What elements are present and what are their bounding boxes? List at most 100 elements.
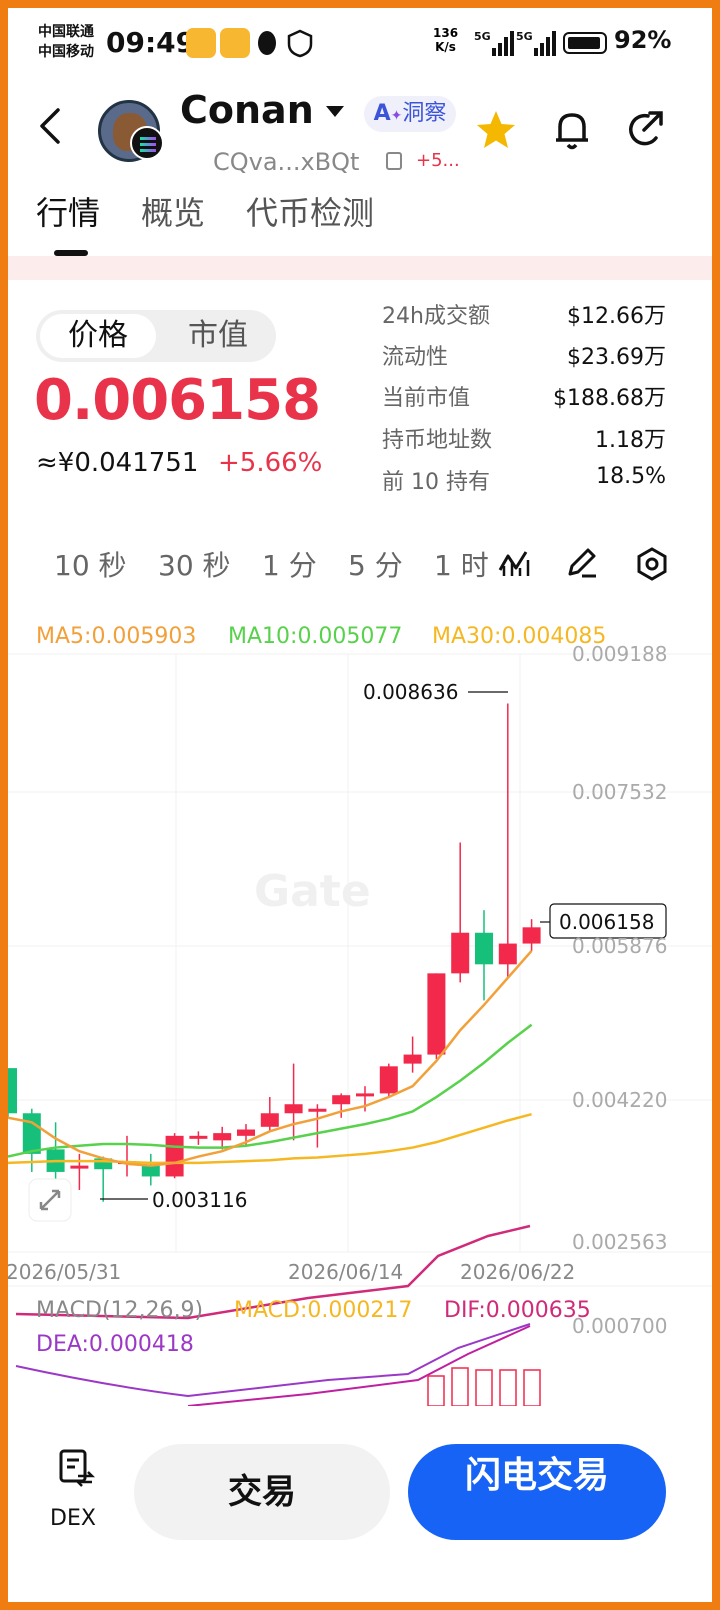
chevron-down-icon[interactable]: [326, 106, 344, 117]
y-axis-label: 0.002563: [572, 1230, 668, 1254]
candle-body: [189, 1135, 208, 1139]
copy-icon[interactable]: [386, 152, 402, 170]
current-price-label: 0.006158: [559, 910, 655, 934]
trade-button[interactable]: 交易: [134, 1444, 390, 1540]
status-bar: 中国联通 中国移动 09:49 136 K/s 5G 5G 92%: [8, 8, 712, 78]
tab-market[interactable]: 行情: [36, 188, 100, 234]
price-change: +5.66%: [218, 448, 323, 478]
low-label: 0.003116: [152, 1188, 248, 1212]
high-label: 0.008636: [363, 680, 459, 704]
battery-percent: 92%: [614, 26, 672, 54]
candle-body: [22, 1113, 41, 1154]
ai-insight-button[interactable]: A✦洞察: [364, 96, 456, 132]
candle-body: [237, 1129, 255, 1136]
y-axis-label: 0.009188: [572, 642, 668, 666]
x-axis-label: 2026/05/31: [8, 1260, 122, 1284]
page-tabs: 行情 概览 代币检测: [8, 186, 712, 256]
star-icon[interactable]: [474, 108, 518, 152]
stat-label: 流动性: [382, 345, 449, 370]
ma5-line: [8, 949, 533, 1167]
candle-body: [379, 1066, 398, 1094]
token-address: CQva...xBQt: [213, 148, 360, 176]
dif-line-2: [187, 1325, 531, 1406]
flash-trade-button[interactable]: 闪电交易: [408, 1444, 666, 1540]
candle-body: [165, 1135, 184, 1177]
stat-value: $23.69万: [567, 345, 666, 370]
candle-body: [451, 932, 470, 974]
dex-label[interactable]: DEX: [50, 1506, 96, 1531]
toggle-price[interactable]: 价格: [40, 314, 156, 358]
stat-value: 1.18万: [595, 428, 666, 453]
candle-body: [427, 973, 446, 1055]
macd-histogram: [427, 1367, 541, 1406]
carrier-1: 中国联通: [38, 24, 94, 40]
interval-30s[interactable]: 30 秒: [158, 544, 231, 584]
bottom-action-bar: DEX 交易 闪电交易: [8, 1418, 712, 1602]
bell-icon[interactable]: [552, 108, 592, 152]
dex-icon[interactable]: [58, 1448, 96, 1488]
interval-1m[interactable]: 1 分: [262, 544, 317, 584]
app-screen: 中国联通 中国移动 09:49 136 K/s 5G 5G 92% Conan: [8, 8, 712, 1602]
macd-value: MACD:0.000217: [234, 1298, 413, 1323]
x-axis-label: 2026/06/14: [288, 1260, 404, 1284]
weibo-icon: [186, 28, 216, 58]
candle-body: [70, 1165, 89, 1169]
battery-icon: [563, 32, 607, 54]
candle-body: [356, 1093, 374, 1097]
settings-icon[interactable]: [634, 546, 670, 582]
tab-token-check[interactable]: 代币检测: [246, 188, 374, 234]
carrier-labels: 中国联通 中国移动: [38, 22, 94, 62]
svg-text:5G: 5G: [474, 30, 491, 43]
watermark: Gate: [254, 866, 371, 917]
token-name[interactable]: Conan: [180, 88, 314, 132]
stat-label: 前 10 持有: [382, 470, 490, 495]
stat-value: $188.68万: [553, 386, 666, 411]
current-price: 0.006158: [34, 368, 321, 433]
header-change: +5...: [416, 150, 460, 171]
stat-label: 当前市值: [382, 386, 471, 411]
x-axis-label: 2026/06/22: [460, 1260, 576, 1284]
cny-price: ≈¥0.041751: [36, 448, 199, 478]
token-header: Conan A✦洞察 CQva...xBQt +5...: [8, 78, 712, 198]
kline-canvas[interactable]: Gate: [8, 606, 712, 1406]
y-axis-label: 0.005876: [572, 934, 668, 958]
svg-text:5G: 5G: [516, 30, 533, 43]
macd-y-label: 0.000700: [572, 1314, 668, 1338]
share-icon[interactable]: [626, 108, 666, 152]
toggle-mcap[interactable]: 市值: [164, 314, 272, 358]
candle-body: [475, 932, 493, 965]
notice-strip: [8, 256, 712, 280]
macd-title: MACD(12,26,9): [36, 1298, 204, 1323]
candle-body: [8, 1068, 17, 1114]
candle-body: [141, 1165, 160, 1177]
draw-pen-icon[interactable]: [564, 546, 600, 580]
carrier-2: 中国移动: [38, 44, 94, 60]
tab-overview[interactable]: 概览: [141, 188, 205, 234]
candle-body: [332, 1095, 351, 1105]
candle-body: [403, 1054, 422, 1064]
interval-5m[interactable]: 5 分: [348, 544, 403, 584]
candle-body: [308, 1108, 327, 1112]
interval-10s[interactable]: 10 秒: [54, 544, 127, 584]
y-axis-label: 0.004220: [572, 1088, 668, 1112]
kline-chart[interactable]: MA5:0.005903 MA10:0.005077 MA30:0.004085…: [8, 606, 712, 1406]
candle-body: [284, 1104, 303, 1114]
dea-value: DEA:0.000418: [36, 1332, 194, 1357]
y-axis-label: 0.007532: [572, 780, 668, 804]
weibo-icon-2: [220, 28, 250, 58]
candle-body: [498, 943, 517, 965]
stat-label: 持币地址数: [382, 428, 493, 453]
signal-icon-1: 5G: [474, 30, 514, 56]
candle-body: [213, 1133, 232, 1141]
stat-value: $12.66万: [567, 304, 666, 329]
interval-1h[interactable]: 1 时: [434, 544, 490, 584]
solana-chain-icon: [130, 126, 164, 160]
stat-value: 18.5%: [596, 464, 666, 489]
expand-icon[interactable]: [28, 1178, 72, 1222]
candle-body: [522, 927, 541, 944]
signal-icon-2: 5G: [516, 30, 556, 56]
indicator-icon[interactable]: [496, 546, 532, 580]
back-icon[interactable]: [36, 106, 64, 146]
stat-label: 24h成交额: [382, 304, 490, 329]
qq-icon: [258, 31, 276, 55]
